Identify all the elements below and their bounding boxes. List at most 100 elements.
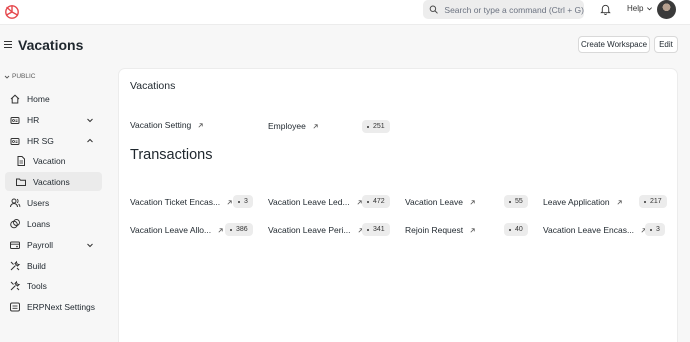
- link-label: Vacation Leave Led...: [268, 197, 350, 207]
- count-badge: 251: [362, 120, 390, 133]
- arrow-up-right-icon: [470, 227, 475, 233]
- chevron-down-icon: [647, 7, 653, 11]
- link-label: Vacation Leave Encas...: [543, 225, 635, 235]
- sidebar-item-label: Loans: [27, 218, 51, 229]
- arrow-up-right-icon: [470, 199, 475, 205]
- link-vacation-leave-encashment[interactable]: Vacation Leave Encas...: [543, 225, 647, 235]
- sidebar-item-payroll[interactable]: Payroll: [5, 235, 102, 254]
- count-badge: 55: [504, 195, 528, 208]
- dot-icon: [238, 200, 240, 203]
- dot-icon: [367, 200, 369, 203]
- create-workspace-button[interactable]: Create Workspace: [578, 36, 650, 53]
- sidebar-item-build[interactable]: Build: [5, 256, 102, 275]
- edit-button[interactable]: Edit: [654, 36, 678, 53]
- link-label: Vacation Leave Peri...: [268, 225, 351, 235]
- shortcut-vacation-setting[interactable]: Vacation Setting: [130, 120, 204, 130]
- chevron-down-icon[interactable]: [86, 241, 94, 249]
- sidebar-item-label: ERPNext Settings: [27, 301, 96, 312]
- link-label: Leave Application: [543, 197, 610, 207]
- sidebar-item-label: Vacation: [33, 155, 66, 166]
- sidebar-item-erpnext-settings[interactable]: ERPNext Settings: [5, 297, 115, 316]
- sidebar-item-tools[interactable]: Tools: [5, 276, 102, 295]
- sidebar-section-public[interactable]: PUBLIC: [4, 73, 35, 80]
- sidebar-item-loans[interactable]: Loans: [5, 214, 102, 233]
- arrow-up-right-icon: [198, 122, 203, 128]
- sidebar-section-label: PUBLIC: [12, 73, 36, 80]
- card-title: Vacations: [130, 80, 176, 92]
- sidebar-item-users[interactable]: Users: [5, 193, 102, 212]
- link-vacation-leave-period[interactable]: Vacation Leave Peri...: [268, 225, 364, 235]
- count-badge: 217: [639, 195, 667, 208]
- dot-icon: [650, 228, 652, 231]
- sidebar-item-label: HR: [27, 114, 40, 125]
- chevron-down-icon[interactable]: [86, 116, 94, 124]
- page-header: Vacations Create Workspace Edit: [0, 30, 690, 60]
- home-icon: [10, 94, 20, 103]
- link-label: Vacation Setting: [130, 120, 192, 130]
- tools-icon: [10, 280, 21, 290]
- app-logo-icon[interactable]: [4, 4, 20, 20]
- sidebar-item-label: Home: [27, 93, 50, 104]
- navbar: Search or type a command (Ctrl + G) Help: [0, 0, 690, 25]
- count-badge: 386: [225, 223, 253, 236]
- sidebar-item-label: Vacations: [33, 176, 70, 187]
- count-badge: 472: [362, 195, 390, 208]
- count-value: 341: [373, 226, 385, 233]
- arrow-up-right-icon: [313, 123, 318, 129]
- link-label: Vacation Leave: [405, 197, 463, 207]
- settings-icon: [10, 302, 20, 311]
- count-badge: 3: [233, 195, 253, 208]
- link-vacation-leave-allocation[interactable]: Vacation Leave Allo...: [130, 225, 224, 235]
- count-value: 251: [373, 123, 385, 130]
- dot-icon: [509, 200, 511, 203]
- dot-icon: [644, 200, 646, 203]
- count-badge: 40: [504, 223, 528, 236]
- folder-icon: [16, 178, 26, 186]
- sidebar-item-label: Tools: [27, 280, 47, 291]
- link-vacation-ticket-encashment[interactable]: Vacation Ticket Encas...: [130, 197, 233, 207]
- sidebar-item-vacation[interactable]: Vacation: [5, 151, 102, 170]
- count-badge: 341: [362, 223, 390, 236]
- tools-icon: [10, 260, 21, 270]
- page-title: Vacations: [18, 37, 84, 53]
- link-leave-application[interactable]: Leave Application: [543, 197, 623, 207]
- dot-icon: [367, 228, 369, 231]
- search-placeholder: Search or type a command (Ctrl + G): [444, 4, 584, 15]
- avatar[interactable]: [657, 0, 676, 19]
- search-bar[interactable]: Search or type a command (Ctrl + G): [423, 0, 584, 19]
- hr-sg-icon: [10, 137, 20, 145]
- dot-icon: [509, 228, 511, 231]
- sidebar-item-vacations[interactable]: Vacations: [5, 172, 102, 191]
- count-value: 386: [236, 226, 248, 233]
- link-label: Vacation Ticket Encas...: [130, 197, 221, 207]
- link-label: Vacation Leave Allo...: [130, 225, 212, 235]
- transactions-title: Transactions: [130, 147, 213, 163]
- sidebar-item-hr[interactable]: HR: [5, 110, 102, 129]
- search-icon: [429, 5, 438, 14]
- chevron-up-icon[interactable]: [86, 137, 94, 145]
- chevron-down-icon: [4, 75, 10, 79]
- sidebar-item-home[interactable]: Home: [5, 89, 102, 108]
- link-vacation-leave-ledger[interactable]: Vacation Leave Led...: [268, 197, 363, 207]
- help-menu[interactable]: Help: [627, 4, 653, 13]
- menu-icon[interactable]: [4, 41, 12, 48]
- link-rejoin-request[interactable]: Rejoin Request: [405, 225, 476, 235]
- hr-icon: [10, 116, 20, 124]
- link-label: Employee: [268, 121, 306, 131]
- sidebar-item-hr-sg[interactable]: HR SG: [5, 131, 102, 150]
- shortcut-employee[interactable]: Employee: [268, 121, 319, 131]
- arrow-up-right-icon: [218, 227, 223, 233]
- count-value: 217: [650, 198, 662, 205]
- loans-icon: [10, 218, 20, 228]
- sidebar-item-label: Users: [27, 197, 50, 208]
- count-value: 3: [656, 226, 660, 233]
- dot-icon: [367, 125, 369, 128]
- help-label: Help: [627, 4, 644, 13]
- count-badge: 3: [645, 223, 665, 236]
- link-vacation-leave[interactable]: Vacation Leave: [405, 197, 476, 207]
- count-value: 40: [515, 226, 523, 233]
- file-icon: [17, 155, 25, 166]
- dot-icon: [230, 228, 232, 231]
- count-value: 55: [515, 198, 523, 205]
- bell-icon[interactable]: [600, 3, 611, 15]
